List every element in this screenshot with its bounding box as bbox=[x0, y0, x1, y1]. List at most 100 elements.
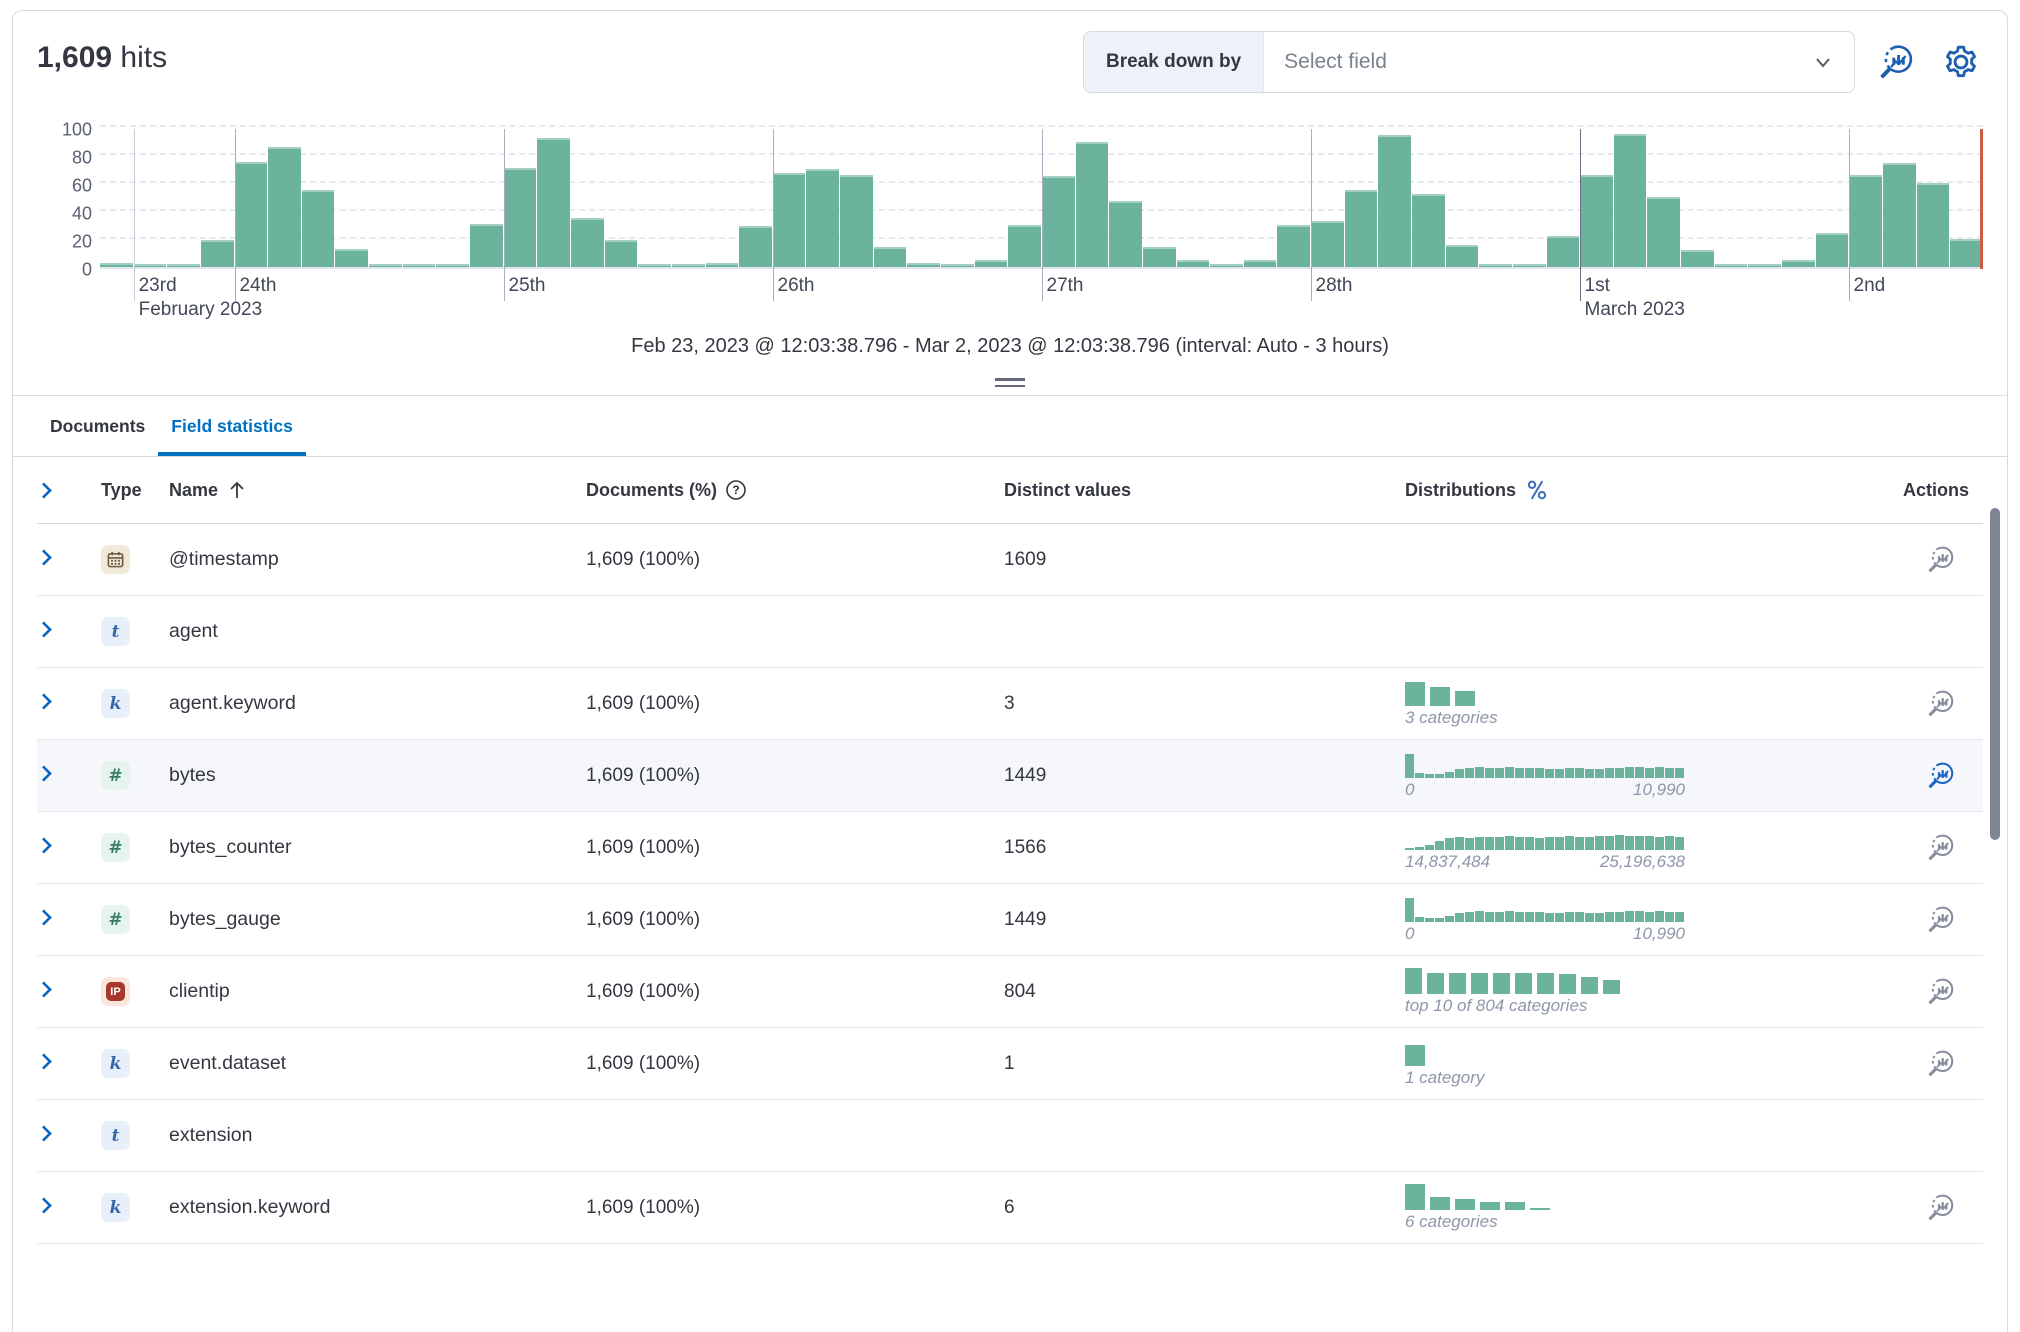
histogram-bar[interactable] bbox=[1614, 134, 1647, 267]
histogram-bar[interactable] bbox=[1513, 264, 1546, 267]
histogram-bar[interactable] bbox=[403, 264, 436, 267]
histogram-bar[interactable] bbox=[1715, 264, 1748, 267]
histogram-bar[interactable] bbox=[672, 264, 705, 267]
histogram-bar[interactable] bbox=[436, 264, 469, 267]
distribution-max: 10,990 bbox=[1633, 924, 1685, 944]
explore-in-lens-button[interactable] bbox=[1926, 544, 1957, 575]
table-row-bytes-counter: # bytes_counter 1,609 (100%) 1566 14,837… bbox=[37, 812, 1983, 884]
breakdown-control: Break down by Select field bbox=[1083, 31, 1855, 93]
explore-in-lens-button[interactable] bbox=[1926, 904, 1957, 935]
scrollbar-thumb[interactable] bbox=[1990, 508, 2000, 840]
histogram-bar[interactable] bbox=[1345, 190, 1378, 267]
histogram-bar[interactable] bbox=[1883, 163, 1916, 267]
y-axis-tick: 60 bbox=[72, 176, 92, 197]
svg-text:?: ? bbox=[732, 483, 739, 497]
histogram-bar[interactable] bbox=[1412, 194, 1445, 267]
histogram-bar[interactable] bbox=[1109, 201, 1142, 267]
histogram-bar[interactable] bbox=[302, 190, 335, 267]
histogram-bar[interactable] bbox=[571, 218, 604, 267]
histogram-bar[interactable] bbox=[1681, 250, 1714, 267]
x-axis-label: 24th bbox=[239, 275, 276, 297]
expand-row-chevron-icon[interactable] bbox=[37, 764, 56, 783]
histogram-bar[interactable] bbox=[1277, 225, 1310, 267]
histogram-bar[interactable] bbox=[874, 247, 907, 267]
histogram-bar[interactable] bbox=[201, 240, 234, 267]
histogram-bar[interactable] bbox=[907, 263, 940, 267]
histogram-bar[interactable] bbox=[605, 240, 638, 267]
histogram-bar[interactable] bbox=[1917, 183, 1950, 267]
histogram-bar[interactable] bbox=[134, 264, 167, 267]
histogram-bar[interactable] bbox=[1647, 197, 1680, 267]
column-header-documents: Documents (%) bbox=[586, 480, 717, 501]
table-row-agent: t agent bbox=[37, 596, 1983, 668]
expand-row-chevron-icon[interactable] bbox=[37, 836, 56, 855]
histogram-bar[interactable] bbox=[1816, 233, 1849, 267]
expand-row-chevron-icon[interactable] bbox=[37, 1196, 56, 1215]
histogram-bar[interactable] bbox=[335, 249, 368, 267]
explore-in-lens-button[interactable] bbox=[1926, 760, 1957, 791]
hits-histogram[interactable]: 020406080100 bbox=[37, 129, 1983, 269]
histogram-bar[interactable] bbox=[840, 175, 873, 267]
histogram-bar[interactable] bbox=[537, 138, 570, 267]
histogram-bar[interactable] bbox=[739, 226, 772, 267]
histogram-bar[interactable] bbox=[268, 147, 301, 267]
histogram-bar[interactable] bbox=[1782, 260, 1815, 267]
histogram-bar[interactable] bbox=[1210, 264, 1243, 267]
discover-main-panel: 1,609 hits Break down by Select field bbox=[12, 10, 2008, 1332]
histogram-bar[interactable] bbox=[1446, 245, 1479, 267]
x-axis: 23rdFebruary 202324th25th26th27th28th1st… bbox=[100, 269, 1983, 321]
field-name: bytes bbox=[169, 764, 586, 787]
histogram-bar[interactable] bbox=[1547, 236, 1580, 267]
histogram-bar[interactable] bbox=[638, 264, 671, 267]
histogram-bar[interactable] bbox=[1076, 142, 1109, 267]
tab-field-statistics[interactable]: Field statistics bbox=[158, 396, 306, 456]
expand-row-chevron-icon[interactable] bbox=[37, 908, 56, 927]
histogram-bar[interactable] bbox=[1378, 135, 1411, 267]
column-header-name[interactable]: Name bbox=[169, 480, 218, 501]
explore-in-lens-button[interactable] bbox=[1926, 1192, 1957, 1223]
documents-percent: 1,609 (100%) bbox=[586, 837, 1004, 859]
histogram-bar[interactable] bbox=[100, 263, 133, 267]
histogram-bar[interactable] bbox=[1479, 264, 1512, 267]
histogram-bar[interactable] bbox=[1143, 247, 1176, 267]
histogram-bar[interactable] bbox=[773, 173, 806, 267]
histogram-bar[interactable] bbox=[1042, 176, 1075, 267]
histogram-bar[interactable] bbox=[806, 169, 839, 267]
expand-row-chevron-icon[interactable] bbox=[37, 1052, 56, 1071]
histogram-bar[interactable] bbox=[1849, 175, 1882, 267]
explore-in-lens-button[interactable] bbox=[1926, 976, 1957, 1007]
breakdown-select[interactable]: Select field bbox=[1264, 32, 1854, 92]
histogram-bar[interactable] bbox=[1177, 260, 1210, 267]
expand-all-chevron-icon[interactable] bbox=[37, 481, 56, 500]
chart-options-gear-button[interactable] bbox=[1939, 40, 1983, 84]
histogram-bar[interactable] bbox=[941, 264, 974, 267]
histogram-bar[interactable] bbox=[1311, 221, 1344, 267]
expand-row-chevron-icon[interactable] bbox=[37, 1124, 56, 1143]
tab-documents[interactable]: Documents bbox=[37, 396, 158, 456]
expand-row-chevron-icon[interactable] bbox=[37, 548, 56, 567]
histogram-bar[interactable] bbox=[1008, 225, 1041, 267]
explore-in-lens-button[interactable] bbox=[1926, 1048, 1957, 1079]
expand-row-chevron-icon[interactable] bbox=[37, 980, 56, 999]
histogram-bar[interactable] bbox=[1748, 264, 1781, 267]
explore-in-lens-button[interactable] bbox=[1926, 688, 1957, 719]
histogram-bar[interactable] bbox=[167, 264, 200, 267]
histogram-bar[interactable] bbox=[369, 264, 402, 267]
histogram-bar[interactable] bbox=[1580, 175, 1613, 267]
percent-toggle-icon[interactable] bbox=[1524, 477, 1550, 503]
help-icon[interactable]: ? bbox=[725, 479, 747, 501]
histogram-bar[interactable] bbox=[235, 162, 268, 267]
table-row-clientip: IP clientip 1,609 (100%) 804 top 10 of 8… bbox=[37, 956, 1983, 1028]
histogram-bar[interactable] bbox=[1244, 260, 1277, 267]
histogram-bar[interactable] bbox=[975, 260, 1008, 267]
panel-resize-handle[interactable] bbox=[995, 378, 1025, 387]
histogram-bar[interactable] bbox=[470, 224, 503, 267]
histogram-bar[interactable] bbox=[504, 168, 537, 267]
edit-visualization-button[interactable] bbox=[1875, 40, 1919, 84]
explore-in-lens-icon bbox=[1926, 976, 1957, 1007]
explore-in-lens-button[interactable] bbox=[1926, 832, 1957, 863]
expand-row-chevron-icon[interactable] bbox=[37, 692, 56, 711]
histogram-bar[interactable] bbox=[706, 263, 739, 267]
expand-row-chevron-icon[interactable] bbox=[37, 620, 56, 639]
histogram-bar[interactable] bbox=[1950, 239, 1983, 267]
